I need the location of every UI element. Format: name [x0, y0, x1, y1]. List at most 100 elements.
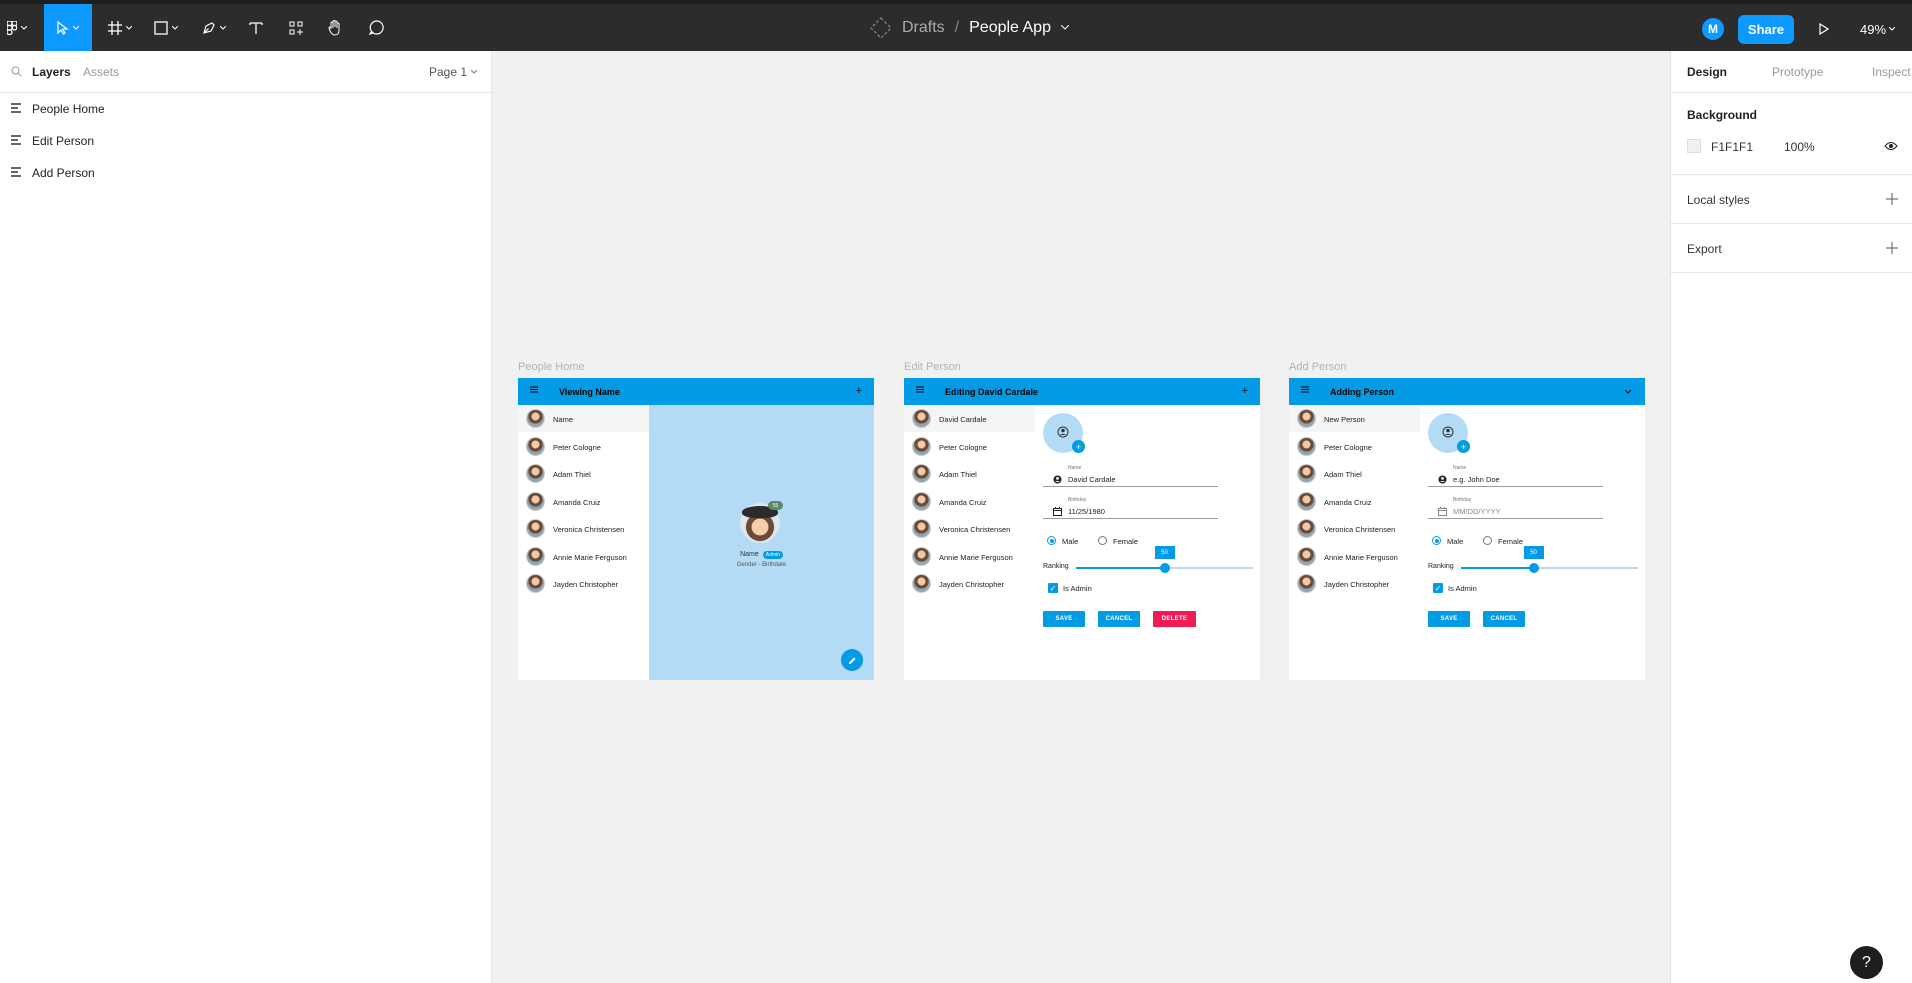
list-item[interactable]: Adam Thiel: [518, 460, 649, 487]
edit-fab[interactable]: [841, 649, 863, 671]
eye-icon[interactable]: [1884, 141, 1898, 151]
frame-label[interactable]: Add Person: [1289, 361, 1346, 373]
person-name: Annie Marie Ferguson: [939, 552, 1013, 562]
slider-thumb[interactable]: [1528, 563, 1539, 573]
text-tool-button[interactable]: [244, 4, 268, 51]
avatar-picker[interactable]: +: [1428, 413, 1470, 453]
slider-thumb[interactable]: [1159, 563, 1170, 573]
list-item[interactable]: Jayden Christopher: [904, 570, 1035, 597]
name-field[interactable]: Name David Cardale: [1043, 465, 1218, 487]
frame-label[interactable]: People Home: [518, 361, 585, 373]
tab-design[interactable]: Design: [1687, 65, 1727, 79]
list-item[interactable]: Annie Marie Ferguson: [518, 543, 649, 570]
layer-item-edit-person[interactable]: Edit Person: [0, 125, 491, 157]
menu-icon[interactable]: [530, 386, 538, 393]
share-button[interactable]: Share: [1738, 15, 1794, 44]
list-item[interactable]: Annie Marie Ferguson: [904, 543, 1035, 570]
menu-icon[interactable]: [916, 386, 924, 393]
tab-layers[interactable]: Layers: [32, 65, 71, 79]
slider-fill: [1461, 567, 1534, 569]
name-field[interactable]: Name e.g. John Doe: [1428, 465, 1603, 487]
list-item[interactable]: Jayden Christopher: [1289, 570, 1420, 597]
list-item[interactable]: Peter Cologne: [904, 433, 1035, 460]
list-item[interactable]: Jayden Christopher: [518, 570, 649, 597]
tab-inspect[interactable]: Inspect: [1872, 65, 1911, 79]
add-photo-icon[interactable]: +: [1072, 440, 1085, 453]
layer-item-add-person[interactable]: Add Person: [0, 157, 491, 189]
export-section: Export: [1671, 224, 1912, 273]
save-button[interactable]: SAVE: [1043, 611, 1085, 627]
hand-tool-button[interactable]: [323, 4, 347, 51]
add-photo-icon[interactable]: +: [1457, 440, 1470, 453]
slider-value-label: 50: [1523, 546, 1544, 559]
cancel-button[interactable]: CANCEL: [1483, 611, 1525, 627]
cancel-button[interactable]: CANCEL: [1098, 611, 1140, 627]
frame-tool-button[interactable]: [102, 4, 138, 51]
plus-icon[interactable]: [1886, 193, 1898, 205]
person-name: Jayden Christopher: [939, 580, 1005, 589]
frame-people-home[interactable]: Viewing Name + Name Peter Cologne Adam T…: [518, 378, 874, 680]
add-icon[interactable]: +: [1242, 385, 1248, 397]
chevron-down-icon[interactable]: [1060, 25, 1069, 30]
list-item[interactable]: Veronica Christensen: [1289, 515, 1420, 542]
user-avatar[interactable]: M: [1702, 18, 1724, 40]
app-bar-title: Viewing Name: [559, 387, 620, 397]
list-item[interactable]: Veronica Christensen: [518, 515, 649, 542]
list-item[interactable]: Adam Thiel: [904, 460, 1035, 487]
breadcrumb-drafts[interactable]: Drafts: [902, 19, 945, 37]
file-name[interactable]: People App: [969, 19, 1051, 37]
frame-add-person[interactable]: Adding Person New Person Peter Cologne A…: [1289, 378, 1645, 680]
frame-layer-icon: [11, 103, 21, 113]
list-item[interactable]: Amanda Cruiz: [904, 488, 1035, 515]
tab-assets[interactable]: Assets: [83, 65, 119, 79]
background-hex[interactable]: F1F1F1: [1711, 140, 1753, 154]
birthday-field[interactable]: Birthday 11/25/1980: [1043, 497, 1218, 519]
delete-button[interactable]: DELETE: [1153, 611, 1196, 627]
menu-icon[interactable]: [1301, 386, 1309, 393]
shape-tool-button[interactable]: [148, 4, 184, 51]
chevron-down-icon: [73, 25, 79, 30]
page-selector[interactable]: Page 1: [429, 65, 478, 79]
main-menu-button[interactable]: [2, 4, 32, 51]
comment-tool-button[interactable]: [364, 4, 388, 51]
help-button[interactable]: ?: [1850, 946, 1883, 979]
zoom-dropdown[interactable]: 49%: [1860, 17, 1896, 41]
person-name: Jayden Christopher: [553, 580, 619, 589]
present-button[interactable]: [1812, 17, 1836, 41]
list-item[interactable]: Peter Cologne: [1289, 433, 1420, 460]
list-item[interactable]: Name: [518, 405, 649, 432]
list-item[interactable]: Amanda Cruiz: [518, 488, 649, 515]
frame-label[interactable]: Edit Person: [904, 361, 961, 373]
background-opacity[interactable]: 100%: [1784, 140, 1815, 154]
move-tool-button[interactable]: [44, 4, 92, 51]
birthday-field[interactable]: Birthday MM/DD/YYYY: [1428, 497, 1603, 519]
avatar-picker[interactable]: +: [1043, 413, 1085, 453]
person-name: Veronica Christensen: [939, 525, 1011, 534]
frame-edit-person[interactable]: Editing David Cardale + David Cardale Pe…: [904, 378, 1260, 680]
background-swatch[interactable]: [1687, 139, 1701, 153]
plus-icon[interactable]: [1886, 242, 1898, 254]
save-button[interactable]: SAVE: [1428, 611, 1470, 627]
list-item[interactable]: Peter Cologne: [518, 433, 649, 460]
list-item[interactable]: Adam Thiel: [1289, 460, 1420, 487]
ranking-slider[interactable]: 50: [1076, 546, 1253, 573]
people-list: New Person Peter Cologne Adam Thiel Aman…: [1289, 405, 1420, 680]
design-panel-tabs: Design Prototype Inspect: [1671, 51, 1912, 93]
radio-label: Male: [1447, 537, 1464, 546]
chevron-down-icon[interactable]: [1625, 390, 1631, 394]
search-icon[interactable]: [11, 66, 22, 77]
pen-tool-button[interactable]: [196, 4, 232, 51]
birthday-label: Birthday: [1068, 497, 1087, 503]
add-icon[interactable]: +: [856, 385, 862, 397]
ranking-slider[interactable]: 50: [1461, 546, 1638, 573]
list-item[interactable]: Veronica Christensen: [904, 515, 1035, 542]
play-icon: [1819, 23, 1829, 35]
list-item[interactable]: Amanda Cruiz: [1289, 488, 1420, 515]
resources-tool-button[interactable]: [284, 4, 308, 51]
list-item[interactable]: New Person: [1289, 405, 1420, 432]
list-item[interactable]: David Cardale: [904, 405, 1035, 432]
layer-item-people-home[interactable]: People Home: [0, 93, 491, 125]
list-item[interactable]: Annie Marie Ferguson: [1289, 543, 1420, 570]
frame-icon: [108, 20, 122, 35]
tab-prototype[interactable]: Prototype: [1772, 65, 1823, 79]
